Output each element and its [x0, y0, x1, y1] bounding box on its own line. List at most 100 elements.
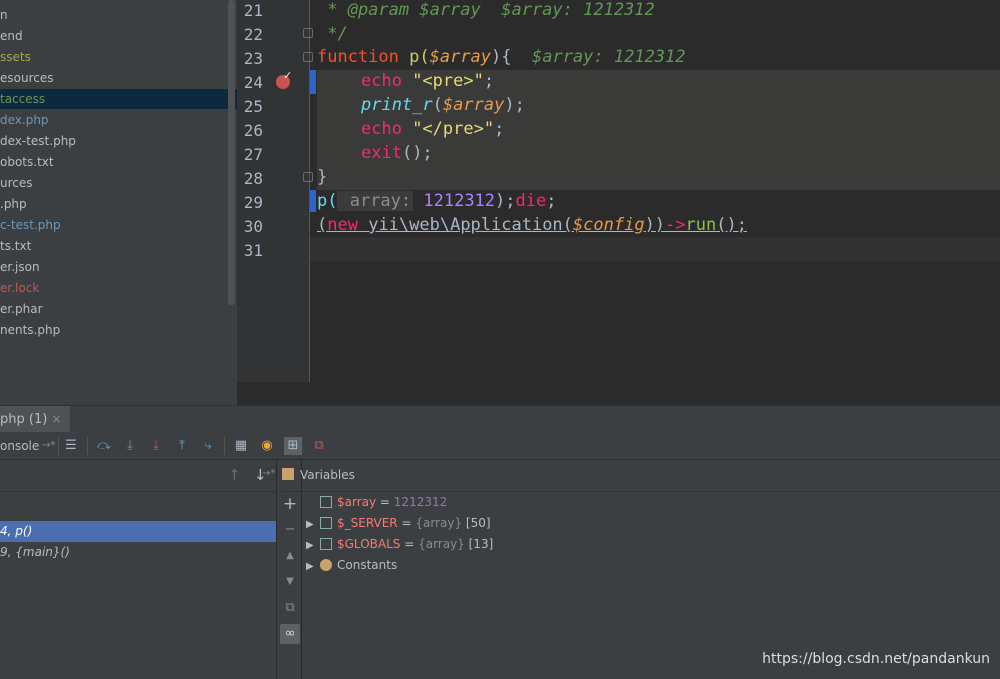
line-number: 26 — [243, 121, 263, 140]
variable-row[interactable]: ▶ $_SERVER = {array} [50] — [302, 513, 491, 534]
punctuation: ; — [494, 119, 505, 139]
code-editor[interactable]: 21 22 23 24 25 26 27 28 29 30 31 ✓ * @param $array… — [237, 0, 1000, 405]
punctuation: (); — [716, 215, 747, 235]
punctuation: } — [317, 167, 328, 187]
punctuation: ; — [483, 71, 495, 91]
project-tree: n end ssets esources taccess dex.php dex-test.… — [0, 0, 237, 405]
code-line-23: function p($array){ $array: 1212312 — [317, 47, 686, 67]
tree-item-label: urces — [0, 176, 33, 190]
expand-arrow-icon[interactable]: ▶ — [306, 514, 320, 535]
punctuation: ( — [432, 95, 443, 115]
tree-item-label: er.lock — [0, 281, 40, 295]
variable-count: [13] — [464, 537, 494, 551]
tree-item[interactable]: taccess — [0, 89, 237, 109]
line-number: 25 — [243, 97, 263, 116]
punctuation: ; — [546, 191, 557, 211]
move-up-icon[interactable]: ▲ — [280, 546, 300, 566]
tree-item-label: er.json — [0, 260, 40, 274]
arrow-operator: -> — [665, 215, 686, 235]
variable-name: $_SERVER — [337, 516, 398, 530]
step-into-icon[interactable]: ⤓ — [121, 437, 139, 455]
step-out-icon[interactable]: ⤒ — [173, 437, 191, 455]
toolbar-separator — [58, 437, 59, 455]
execution-point-marker — [310, 70, 316, 94]
tab-close-icon[interactable]: × — [51, 412, 61, 426]
method-call: run — [685, 215, 717, 235]
stack-frame-row[interactable]: 4, p() — [0, 521, 276, 542]
tree-item-label: esources — [0, 71, 54, 85]
tree-item[interactable]: esources — [0, 68, 53, 88]
tree-item[interactable]: dex.php — [0, 110, 49, 130]
variable-type: {array} — [415, 516, 463, 530]
punctuation: ); — [495, 191, 516, 211]
equals-sign: = — [376, 495, 394, 509]
punctuation: (); — [401, 143, 433, 163]
tree-item[interactable]: er.phar — [0, 299, 43, 319]
variable-row[interactable]: ▶ Constants — [302, 555, 397, 576]
settings-toggle-icon[interactable]: ⊞ — [284, 437, 302, 455]
punctuation: )) — [644, 215, 666, 235]
watch-icon[interactable]: ◉ — [258, 437, 276, 455]
tree-item[interactable]: obots.txt — [0, 152, 54, 172]
evaluate-expression-icon[interactable]: ▦ — [232, 437, 250, 455]
tree-item[interactable]: .php — [0, 194, 27, 214]
expand-arrow-icon[interactable]: ▶ — [306, 556, 320, 577]
show-execution-point-icon[interactable]: ☰ — [62, 437, 80, 455]
tree-item[interactable]: er.json — [0, 257, 40, 277]
int-icon — [320, 496, 332, 508]
tree-item-label: c-test.php — [0, 218, 61, 232]
frames-panel: ↑ ↓ 4, p() 9, {main}() — [0, 460, 276, 679]
breakpoint-check-icon: ✓ — [283, 69, 293, 82]
tree-item[interactable]: nents.php — [0, 320, 60, 340]
fold-marker-icon[interactable] — [303, 52, 313, 62]
copy-icon[interactable]: ⧉ — [280, 598, 300, 618]
tree-item[interactable]: c-test.php — [0, 215, 61, 235]
move-down-icon[interactable]: ▼ — [280, 572, 300, 592]
variable: $array — [442, 95, 505, 115]
tree-item[interactable]: ts.txt — [0, 236, 31, 256]
variables-side-toolbar: + − ▲ ▼ ⧉ ∞ — [276, 460, 302, 679]
show-watches-icon[interactable]: ∞ — [280, 624, 300, 644]
fold-marker-icon[interactable] — [303, 172, 313, 182]
code-line-24: echo "<pre>"; — [361, 71, 494, 91]
keyword-function: function — [317, 47, 399, 67]
function-call: print_r — [361, 95, 433, 115]
inline-value-hint: $array: 1212312 — [480, 0, 655, 20]
fold-marker-icon[interactable] — [303, 28, 313, 38]
tree-item[interactable]: n — [0, 5, 8, 25]
line-number: 23 — [243, 49, 263, 68]
tree-item-label: dex-test.php — [0, 134, 76, 148]
variable-row[interactable]: $array = 1212312 — [302, 492, 447, 513]
stack-frame-row[interactable]: 9, {main}() — [0, 542, 276, 563]
new-watch-icon[interactable]: + — [280, 494, 300, 514]
frames-header: ↑ ↓ — [0, 460, 276, 492]
step-over-icon[interactable]: ⤼ — [95, 437, 113, 455]
line-number: 24 — [243, 73, 263, 92]
tree-item-label: er.phar — [0, 302, 43, 316]
code-line-29: p( array: 1212312);die; — [317, 191, 556, 211]
expand-arrow-icon[interactable]: ▶ — [306, 535, 320, 556]
debug-session-tab[interactable]: php (1) × — [0, 406, 70, 433]
variable-row[interactable]: ▶ $GLOBALS = {array} [13] — [302, 534, 493, 555]
keyword-die: die — [515, 191, 547, 211]
run-to-cursor-icon[interactable]: ⤷ — [199, 437, 217, 455]
tree-item[interactable]: dex-test.php — [0, 131, 76, 151]
tree-item-label: ts.txt — [0, 239, 32, 253]
console-pin-icon[interactable]: →* — [42, 432, 55, 460]
tree-item[interactable]: end — [0, 26, 23, 46]
variables-icon — [282, 468, 294, 480]
tree-item-label: obots.txt — [0, 155, 54, 169]
remove-watch-icon[interactable]: − — [280, 520, 300, 540]
console-tab-label[interactable]: onsole — [0, 432, 39, 460]
restore-layout-icon[interactable]: ⧉ — [310, 437, 328, 455]
tree-item[interactable]: er.lock — [0, 278, 39, 298]
tree-scrollbar[interactable] — [228, 0, 235, 305]
tree-item[interactable]: urces — [0, 173, 33, 193]
variable-count: [50] — [462, 516, 491, 530]
previous-frame-icon[interactable]: ↑ — [228, 466, 241, 484]
line-number: 30 — [243, 217, 263, 236]
tree-item-label: ssets — [0, 50, 31, 64]
variables-pin-icon[interactable]: →* — [262, 468, 275, 479]
force-step-into-icon[interactable]: ⤓ — [147, 437, 165, 455]
tree-item[interactable]: ssets — [0, 47, 31, 67]
